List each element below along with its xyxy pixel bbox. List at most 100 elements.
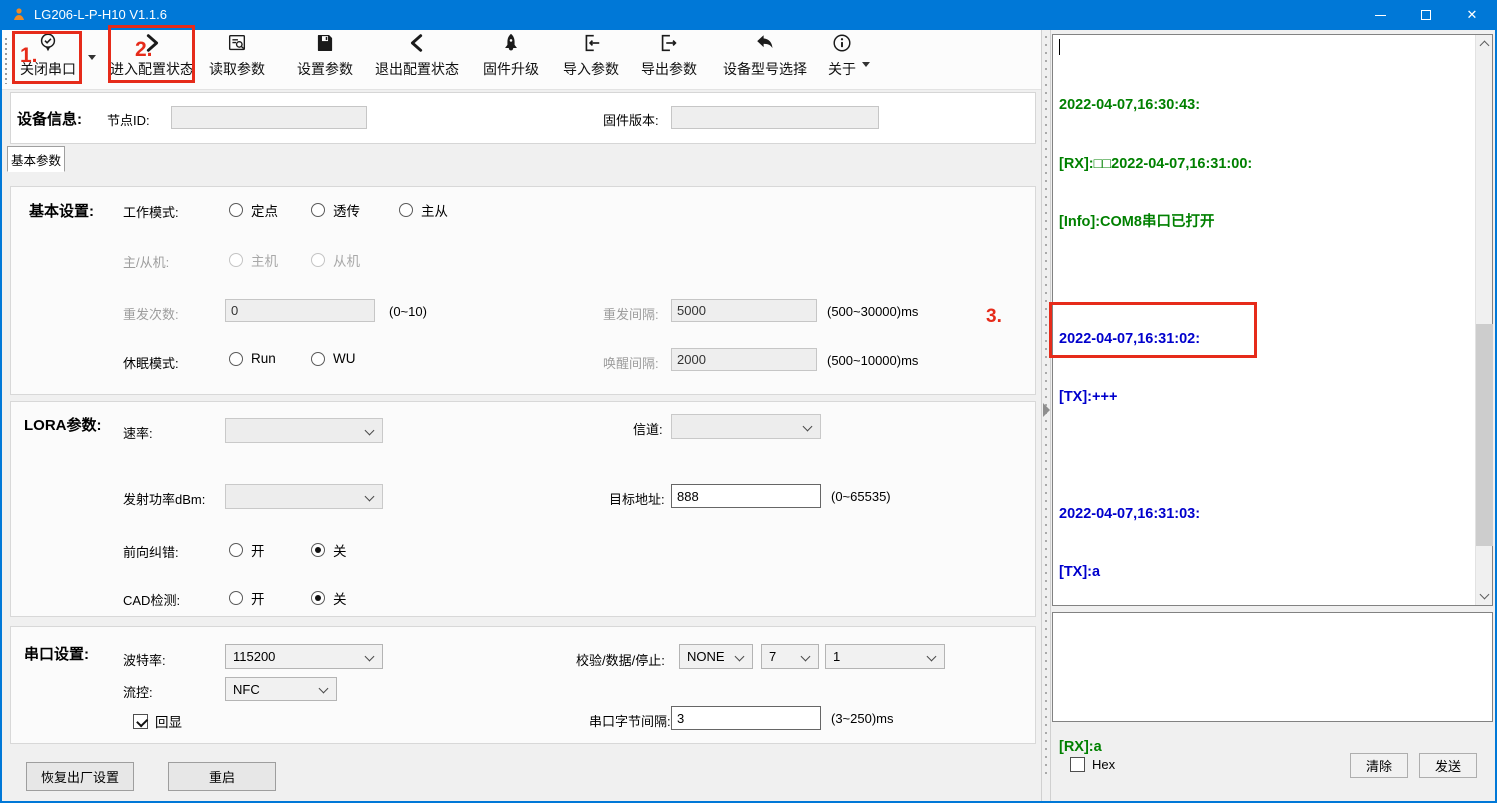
chevron-down-icon [735,652,745,662]
log-entry: 2022-04-07,16:31:03: [TX]:a [1059,466,1472,622]
serial-settings-group: 串口设置: 波特率: 115200 校验/数据/停止: NONE 7 1 流控:… [10,626,1036,744]
info-icon [824,32,860,58]
wake-interval-field[interactable] [671,348,817,371]
toolbar-firmware-upgrade-button[interactable]: 固件升级 [480,32,542,88]
baud-select[interactable]: 115200 [225,644,383,669]
target-addr-field[interactable] [671,484,821,508]
echo-checkbox[interactable]: 回显 [133,711,182,731]
restart-button[interactable]: 重启 [168,762,276,791]
firmware-field[interactable] [671,106,879,129]
hex-checkbox[interactable]: Hex [1070,757,1115,772]
cad-label: CAD检测: [123,590,180,609]
baud-label: 波特率: [123,650,166,669]
lora-params-title: LORA参数: [24,414,102,435]
toolbar-about-button[interactable]: 关于 [824,32,860,88]
radio-dot [311,203,325,217]
toolbar-import-params-button[interactable]: 导入参数 [560,32,622,88]
wake-interval-label: 唤醒间隔: [603,353,659,372]
annotation-number-1: 1. [20,44,38,68]
radio-dot [229,543,243,557]
master-slave-label: 主/从机: [123,252,169,271]
wake-interval-hint: (500~10000)ms [827,353,918,368]
close-button[interactable]: ✕ [1449,0,1495,30]
tx-power-select[interactable] [225,484,383,509]
app-icon [11,7,27,23]
echo-label: 回显 [155,711,182,731]
resend-count-label: 重发次数: [123,304,179,323]
node-id-label: 节点ID: [107,110,150,129]
node-id-field[interactable] [171,106,367,129]
minimize-button[interactable] [1357,0,1403,30]
stop-bits-select[interactable]: 1 [825,644,945,669]
data-bits-select[interactable]: 7 [761,644,819,669]
chevron-down-icon [319,684,329,694]
radio-work-mode-fixed[interactable]: 定点 [229,200,278,220]
radio-fec-off[interactable]: 关 [311,540,347,560]
device-info-panel: 设备信息: 节点ID: 固件版本: [10,92,1036,144]
resend-interval-label: 重发间隔: [603,304,659,323]
radio-fec-on[interactable]: 开 [229,540,265,560]
target-addr-label: 目标地址: [609,489,665,508]
scrollbar-thumb[interactable] [1476,324,1493,546]
factory-reset-button[interactable]: 恢复出厂设置 [26,762,134,791]
scroll-down-arrow-icon[interactable] [1476,588,1493,605]
annotation-box-3 [1049,302,1257,358]
toolbar-grip[interactable] [5,38,7,84]
panel-splitter[interactable] [1041,30,1051,801]
close-serial-dropdown-caret[interactable] [88,55,96,60]
toolbar-device-model-button[interactable]: 设备型号选择 [716,32,814,88]
channel-select[interactable] [671,414,821,439]
radio-cad-on[interactable]: 开 [229,588,265,608]
chevron-down-icon [365,492,375,502]
radio-cad-off[interactable]: 关 [311,588,347,608]
splitter-collapse-arrow[interactable] [1043,403,1050,417]
import-icon [560,32,622,58]
radio-dot [399,203,413,217]
serial-settings-title: 串口设置: [24,643,89,664]
radio-dot [229,253,243,267]
resend-count-hint: (0~10) [389,304,427,319]
toolbar-read-params-button[interactable]: 读取参数 [206,32,268,88]
toolbar-exit-config-button[interactable]: 退出配置状态 [366,32,468,88]
clear-button[interactable]: 清除 [1350,753,1408,778]
checkbox-box [1070,757,1085,772]
send-button[interactable]: 发送 [1419,753,1477,778]
radio-work-mode-transparent[interactable]: 透传 [311,200,360,220]
work-mode-label: 工作模式: [123,202,179,221]
log-scrollbar[interactable] [1475,35,1492,605]
titlebar: LG206-L-P-H10 V1.1.6 ✕ [2,0,1495,30]
window-controls: ✕ [1357,0,1495,30]
radio-dot [229,591,243,605]
close-icon: ✕ [1467,7,1478,23]
chevron-down-icon [365,426,375,436]
toolbar-set-params-button[interactable]: 设置参数 [294,32,356,88]
radio-master: 主机 [229,250,278,270]
app-window: LG206-L-P-H10 V1.1.6 ✕ 关闭串口 进入配置状态 [0,0,1497,803]
basic-settings-title: 基本设置: [29,200,94,221]
radio-dot [311,352,325,366]
chevron-left-icon [366,32,468,58]
radio-sleep-wu[interactable]: WU [311,351,356,366]
rate-select[interactable] [225,418,383,443]
byte-interval-field[interactable] [671,706,821,730]
toolbar-overflow-caret[interactable] [862,62,870,67]
undo-arrow-icon [716,32,814,58]
window-title: LG206-L-P-H10 V1.1.6 [34,7,167,22]
radio-work-mode-master-slave[interactable]: 主从 [399,200,448,220]
doc-search-icon [206,32,268,58]
send-input[interactable] [1052,612,1493,722]
tab-basic-params[interactable]: 基本参数 [7,146,65,172]
lora-params-group: LORA参数: 速率: 信道: 发射功率dBm: 目标地址: (0~65535)… [10,401,1036,617]
flow-control-select[interactable]: NFC [225,677,337,701]
maximize-button[interactable] [1403,0,1449,30]
radio-sleep-run[interactable]: Run [229,351,276,366]
annotation-number-2: 2. [135,38,153,62]
scroll-up-arrow-icon[interactable] [1476,35,1493,52]
resend-interval-field[interactable] [671,299,817,322]
parity-select[interactable]: NONE [679,644,753,669]
basic-settings-group: 基本设置: 工作模式: 定点 透传 主从 主/从机: 主机 从机 重发次数: (… [10,186,1036,395]
resend-count-field[interactable] [225,299,375,322]
chevron-down-icon [927,652,937,662]
annotation-number-3: 3. [986,306,1002,328]
toolbar-export-params-button[interactable]: 导出参数 [638,32,700,88]
